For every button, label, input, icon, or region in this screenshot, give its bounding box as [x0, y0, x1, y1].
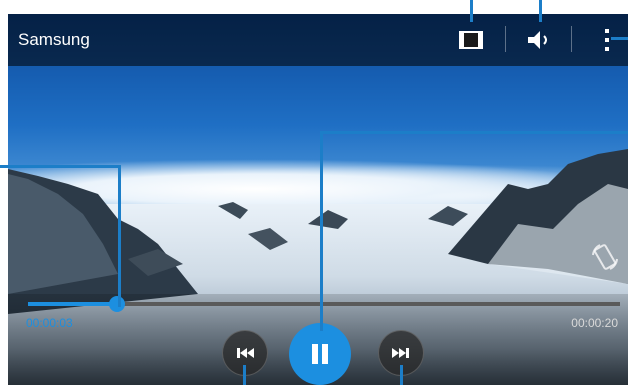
elapsed-time: 00:00:03 — [26, 316, 73, 330]
toolbar-divider — [571, 26, 572, 52]
callout-line-next — [400, 365, 403, 385]
pop-up-play-button[interactable] — [456, 26, 486, 54]
callout-line-more — [611, 37, 628, 40]
volume-button[interactable] — [525, 26, 555, 54]
screen-rotate-icon — [592, 244, 618, 270]
video-frame[interactable]: Samsung 00:00:03 00:00:20 — [8, 14, 628, 385]
pause-button[interactable] — [289, 323, 351, 385]
video-title: Samsung — [18, 30, 90, 49]
top-bar: Samsung — [8, 14, 628, 66]
pop-up-play-icon — [459, 31, 483, 49]
callout-line-popup — [470, 0, 473, 22]
callout-line-seek — [118, 165, 121, 307]
seek-bar-progress — [28, 302, 117, 306]
volume-icon — [528, 31, 547, 49]
toolbar-divider — [505, 26, 506, 52]
previous-icon — [237, 348, 254, 358]
total-time: 00:00:20 — [571, 316, 618, 330]
next-icon — [392, 348, 409, 358]
pause-icon — [312, 344, 328, 364]
screen-rotate-button[interactable] — [590, 242, 620, 277]
more-options-button[interactable] — [592, 26, 622, 54]
callout-line-seek — [0, 165, 120, 168]
callout-line-previous — [243, 365, 246, 385]
seek-bar-thumb[interactable] — [108, 296, 125, 312]
callout-line-pause — [320, 131, 323, 331]
callout-line-pause — [320, 131, 628, 134]
callout-line-volume — [539, 0, 542, 22]
more-options-icon — [605, 29, 609, 51]
